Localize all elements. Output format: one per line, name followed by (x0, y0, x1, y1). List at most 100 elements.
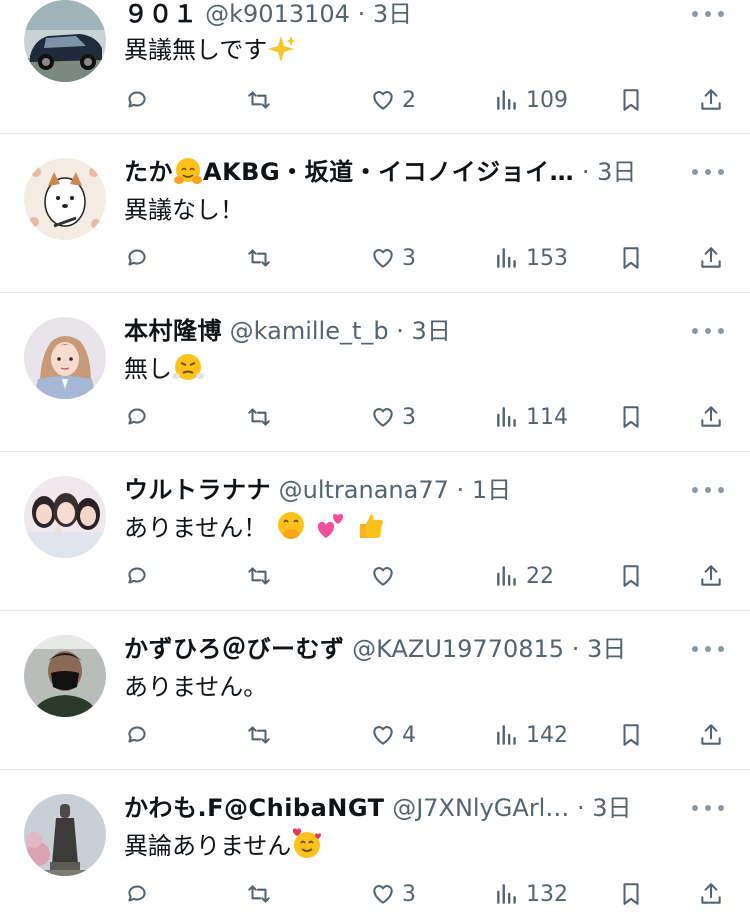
share-button[interactable] (698, 399, 724, 435)
like-count: 3 (402, 245, 416, 271)
like-button[interactable]: 2 (370, 82, 416, 118)
retweet-button[interactable] (246, 876, 272, 912)
user-handle[interactable]: @KAZU19770815 (352, 635, 564, 663)
bookmark-button[interactable] (618, 240, 644, 276)
avatar[interactable] (24, 0, 106, 82)
hand-over-mouth-emoji (275, 510, 307, 552)
bookmark-icon (623, 406, 639, 428)
share-icon (701, 565, 721, 586)
bookmark-icon (623, 883, 639, 905)
separator-dot: · (571, 635, 580, 663)
timestamp[interactable]: 3日 (597, 158, 636, 186)
timestamp[interactable]: 3日 (373, 0, 412, 28)
bookmark-button[interactable] (618, 82, 644, 118)
bookmark-button[interactable] (618, 558, 644, 594)
retweet-button[interactable] (246, 717, 272, 753)
like-button[interactable]: 3 (370, 240, 416, 276)
retweet-button[interactable] (246, 558, 272, 594)
more-icon[interactable] (692, 798, 724, 818)
views-button[interactable]: 109 (494, 82, 568, 118)
heart-icon (373, 91, 393, 110)
display-name[interactable]: かわも.F@ChibaNGT (124, 794, 385, 822)
reply-item[interactable]: かわも.F@ChibaNGT @J7XNlyGArl… · 3日 異論ありません… (0, 770, 750, 922)
reply-item[interactable]: たか AKBG・坂道・イコノイジョイ… · 3日 異議なし！ 3 153 (0, 134, 750, 293)
avatar[interactable] (24, 635, 106, 717)
views-button[interactable]: 22 (494, 558, 554, 594)
reply-button[interactable] (124, 558, 150, 594)
bookmark-icon (623, 247, 639, 269)
like-button[interactable]: 3 (370, 876, 416, 912)
more-icon[interactable] (692, 162, 724, 182)
views-button[interactable]: 153 (494, 240, 568, 276)
more-icon[interactable] (692, 321, 724, 341)
user-handle[interactable]: @k9013104 (205, 0, 350, 28)
display-name[interactable]: ウルトラナナ (124, 476, 271, 504)
retweet-icon (248, 249, 270, 267)
retweet-button[interactable] (246, 399, 272, 435)
share-button[interactable] (698, 876, 724, 912)
bookmark-button[interactable] (618, 399, 644, 435)
user-handle[interactable]: @J7XNlyGArl… (392, 794, 569, 822)
share-button[interactable] (698, 240, 724, 276)
separator-dot: · (581, 158, 590, 186)
display-name[interactable]: ９０１ (124, 0, 198, 28)
share-button[interactable] (698, 558, 724, 594)
views-button[interactable]: 142 (494, 717, 568, 753)
reply-icon (128, 567, 146, 584)
avatar[interactable] (24, 794, 106, 876)
avatar[interactable] (24, 158, 106, 240)
avatar[interactable] (24, 317, 106, 399)
avatar[interactable] (24, 476, 106, 558)
timestamp[interactable]: 3日 (592, 794, 631, 822)
reply-button[interactable] (124, 82, 150, 118)
display-name[interactable]: かずひろ＠びーむず (124, 635, 345, 663)
display-name-part: たか (124, 158, 173, 186)
reply-icon (128, 249, 146, 266)
view-count: 114 (526, 404, 568, 430)
bookmark-icon (623, 89, 639, 111)
like-count: 4 (402, 722, 416, 748)
more-icon[interactable] (692, 639, 724, 659)
share-icon (701, 247, 721, 268)
timestamp[interactable]: 3日 (587, 635, 626, 663)
display-name[interactable]: 本村隆博 (124, 317, 222, 345)
timestamp[interactable]: 3日 (412, 317, 451, 345)
separator-dot: · (396, 317, 404, 345)
retweet-button[interactable] (246, 240, 272, 276)
display-name[interactable]: たか AKBG・坂道・イコノイジョイ… (124, 158, 574, 186)
reply-button[interactable] (124, 717, 150, 753)
reply-item[interactable]: かずひろ＠びーむず @KAZU19770815 · 3日 ありません。 4 14… (0, 611, 750, 770)
views-button[interactable]: 114 (494, 399, 568, 435)
reply-button[interactable] (124, 876, 150, 912)
share-button[interactable] (698, 717, 724, 753)
more-icon[interactable] (692, 480, 724, 500)
reply-item[interactable]: 本村隆博 @kamille_t_b · 3日 無し 3 114 (0, 293, 750, 452)
views-button[interactable]: 132 (494, 876, 568, 912)
like-button[interactable]: 3 (370, 399, 416, 435)
reply-button[interactable] (124, 399, 150, 435)
reply-item[interactable]: ウルトラナナ @ultranana77 · 1日 ありません！ 22 (0, 452, 750, 611)
user-handle[interactable]: @kamille_t_b (230, 317, 389, 345)
reply-feed: ９０１ @k9013104 · 3日 異議無しです 2 109 たか AKBG・… (0, 0, 750, 922)
view-count: 132 (526, 881, 568, 907)
retweet-icon (248, 91, 270, 109)
reply-text-content: 無し (124, 355, 172, 383)
view-count: 153 (526, 245, 568, 271)
reply-button[interactable] (124, 240, 150, 276)
more-icon[interactable] (692, 4, 724, 24)
reply-text: ありません！ (124, 510, 710, 552)
like-button[interactable]: 4 (370, 717, 416, 753)
bookmark-button[interactable] (618, 876, 644, 912)
user-handle[interactable]: @ultranana77 (279, 476, 449, 504)
smiling-face-with-hearts-emoji (291, 828, 323, 870)
retweet-icon (248, 885, 270, 903)
share-button[interactable] (698, 82, 724, 118)
timestamp[interactable]: 1日 (472, 476, 511, 504)
reply-icon (128, 885, 146, 902)
like-button[interactable] (370, 558, 402, 594)
reply-text: 異議なし！ (124, 192, 710, 228)
bookmark-button[interactable] (618, 717, 644, 753)
reply-item[interactable]: ９０１ @k9013104 · 3日 異議無しです 2 109 (0, 0, 750, 134)
views-icon (497, 407, 516, 427)
retweet-button[interactable] (246, 82, 272, 118)
